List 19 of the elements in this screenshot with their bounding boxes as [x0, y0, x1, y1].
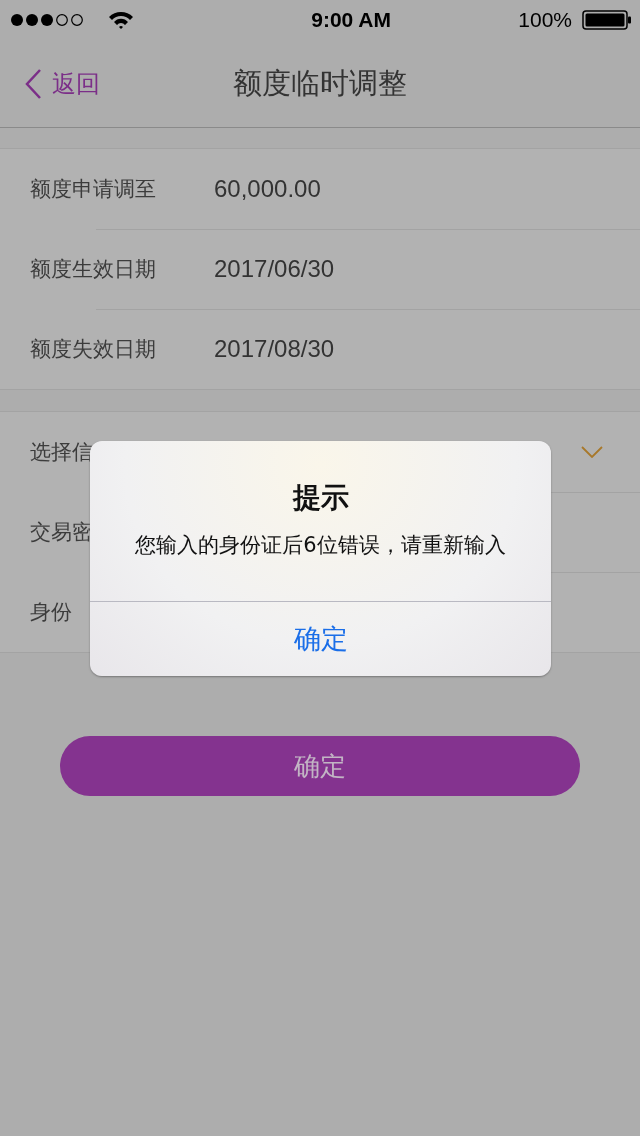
- back-button[interactable]: 返回: [0, 67, 100, 100]
- chevron-down-icon[interactable]: [581, 446, 603, 458]
- battery-percent: 100%: [518, 8, 572, 32]
- field-value: 2017/08/30: [214, 335, 335, 363]
- wifi-icon: [108, 11, 134, 29]
- field-label: 额度失效日期: [30, 336, 156, 363]
- battery-icon: [582, 10, 632, 30]
- status-time: 9:00 AM: [310, 8, 391, 32]
- field-label: 额度生效日期: [30, 256, 156, 283]
- chevron-left-icon: [24, 67, 42, 100]
- alert-confirm-button[interactable]: 确定: [90, 601, 551, 676]
- alert-message: 您输入的身份证后6位错误，请重新输入: [135, 532, 506, 559]
- field-label: 额度申请调至: [30, 176, 156, 203]
- field-value: 60,000.00: [214, 175, 321, 203]
- field-label: 身份: [30, 599, 72, 626]
- page-title: 额度临时调整: [233, 64, 407, 102]
- alert-title: 提示: [292, 480, 349, 516]
- confirm-button[interactable]: 确定: [60, 736, 580, 796]
- field-value: 2017/06/30: [214, 255, 335, 283]
